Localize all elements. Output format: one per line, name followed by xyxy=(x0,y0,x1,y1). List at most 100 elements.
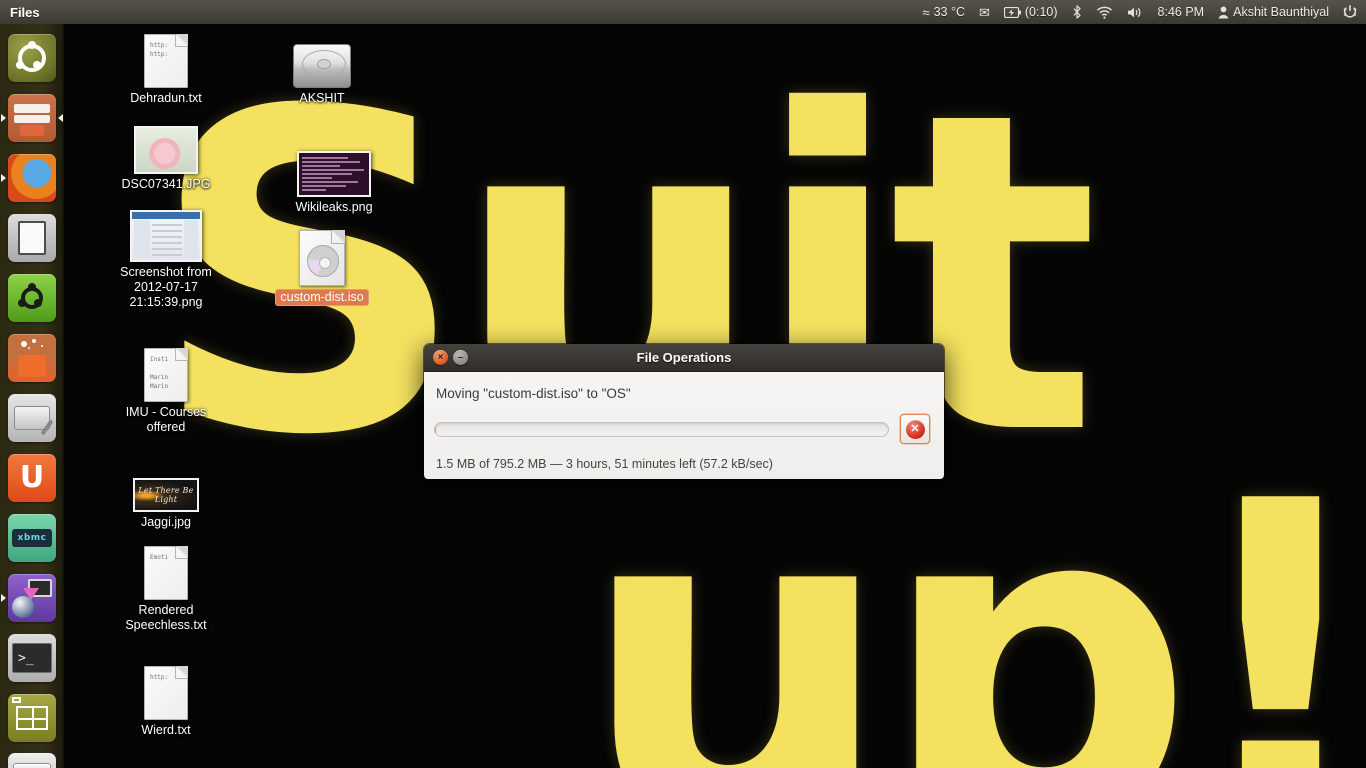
dialog-body: Moving "custom-dist.iso" to "OS" ✕ 1.5 M… xyxy=(424,372,944,479)
indicator-clock[interactable]: 8:46 PM xyxy=(1151,0,1212,24)
workspace-grid-icon xyxy=(8,694,56,742)
file-operations-dialog[interactable]: × – File Operations Moving "custom-dist.… xyxy=(424,344,944,479)
wallpaper-line-2: up! xyxy=(580,409,1366,768)
text-file-icon: http: xyxy=(144,658,188,720)
progress-bar xyxy=(434,421,889,437)
text-file-icon: Insti Marin Marin xyxy=(144,340,188,402)
temperature-label: 33 °C xyxy=(933,5,965,19)
disk-wrench-icon xyxy=(8,394,56,442)
image-file-icon xyxy=(297,135,371,197)
launcher-item-files[interactable] xyxy=(0,88,63,148)
desktop-icon-label: DSC07341.JPG xyxy=(121,177,211,191)
file-preview-text: http: xyxy=(150,674,169,681)
cd-image-file-icon xyxy=(299,224,345,286)
clock-label: 8:46 PM xyxy=(1157,5,1205,19)
desktop-icon-custom-dist-iso[interactable]: custom-dist.iso xyxy=(272,224,372,306)
close-glyph: × xyxy=(437,351,444,363)
indicator-sound[interactable] xyxy=(1120,0,1151,24)
launcher-item-device-drive[interactable] xyxy=(0,748,63,768)
user-name-label: Akshit Baunthiyal xyxy=(1233,5,1329,19)
wifi-icon xyxy=(1096,6,1112,19)
launcher-item-libreoffice[interactable] xyxy=(0,208,63,268)
indicator-bluetooth[interactable] xyxy=(1065,0,1089,24)
unity-launcher[interactable]: U xbmc >_ xyxy=(0,24,64,768)
desktop-icon-wierd-txt[interactable]: http: Wierd.txt xyxy=(116,658,216,738)
running-indicator-left-icon xyxy=(1,174,6,182)
progress-bar-fill xyxy=(435,422,436,436)
close-icon[interactable]: × xyxy=(433,350,448,365)
cancel-icon: ✕ xyxy=(905,419,925,439)
desktop-icon-label: Rendered Speechless.txt xyxy=(125,603,207,632)
bluetooth-icon xyxy=(1073,5,1081,19)
dialog-title: File Operations xyxy=(636,350,732,365)
launcher-item-xbmc[interactable]: xbmc xyxy=(0,508,63,568)
shopping-bag-icon xyxy=(8,334,56,382)
letter-u-icon: U xyxy=(8,454,56,502)
indicator-session-menu[interactable] xyxy=(1336,0,1366,24)
desktop-icon-imu-courses[interactable]: Insti Marin Marin IMU - Courses offered xyxy=(116,340,216,435)
firefox-icon xyxy=(8,154,56,202)
image-file-icon: Let There Be Light xyxy=(133,450,199,512)
file-manager-icon xyxy=(8,94,56,142)
desktop-icon-wikileaks-png[interactable]: Wikileaks.png xyxy=(284,135,384,215)
launcher-item-ubuntu-one[interactable]: U xyxy=(0,448,63,508)
image-preview-text: Let There Be Light xyxy=(138,486,194,504)
launcher-item-dash-home[interactable] xyxy=(0,28,63,88)
launcher-item-terminal[interactable]: >_ xyxy=(0,628,63,688)
dialog-titlebar[interactable]: × – File Operations xyxy=(424,344,944,372)
launcher-item-remote-desktop[interactable] xyxy=(0,568,63,628)
cancel-button[interactable]: ✕ xyxy=(900,414,930,444)
hard-drive-icon xyxy=(293,26,351,88)
weather-wave-icon: ≈ xyxy=(922,4,930,20)
xbmc-icon: xbmc xyxy=(8,514,56,562)
focused-indicator-right-icon xyxy=(58,114,63,122)
indicator-wifi[interactable] xyxy=(1089,0,1120,24)
running-indicator-left-icon xyxy=(1,114,6,122)
image-file-icon xyxy=(130,200,202,262)
launcher-item-software-center[interactable] xyxy=(0,328,63,388)
desktop-icon-jaggi-jpg[interactable]: Let There Be Light Jaggi.jpg xyxy=(116,450,216,530)
indicator-session-user[interactable]: Akshit Baunthiyal xyxy=(1211,0,1336,24)
text-file-icon: Emoti xyxy=(144,538,188,600)
desktop-icon-screenshot-png[interactable]: Screenshot from 2012-07-17 21:15:39.png xyxy=(116,200,216,310)
launcher-item-firefox[interactable] xyxy=(0,148,63,208)
launcher-item-workspace-switcher[interactable] xyxy=(0,688,63,748)
running-indicator-left-icon xyxy=(1,594,6,602)
file-preview-text: Emoti xyxy=(150,554,169,561)
app-menu-title[interactable]: Files xyxy=(10,5,40,20)
desktop-icon-label: custom-dist.iso xyxy=(275,289,369,306)
terminal-icon: >_ xyxy=(8,634,56,682)
remote-desktop-icon xyxy=(8,574,56,622)
desktop-icon-label: IMU - Courses offered xyxy=(125,405,207,434)
minimize-icon[interactable]: – xyxy=(453,350,468,365)
hard-drive-icon xyxy=(8,753,56,768)
green-ubuntu-icon xyxy=(8,274,56,322)
launcher-item-disk-utility[interactable] xyxy=(0,388,63,448)
desktop-icon-label: Wikileaks.png xyxy=(295,200,373,214)
indicator-area: ≈ 33 °C ✉ (0:10) 8:46 PM Akshit Baunthiy… xyxy=(915,0,1366,24)
indicator-battery[interactable]: (0:10) xyxy=(997,0,1065,24)
power-gear-icon xyxy=(1343,5,1357,18)
transfer-status-label: 1.5 MB of 795.2 MB — 3 hours, 51 minutes… xyxy=(436,457,773,471)
indicator-weather[interactable]: ≈ 33 °C xyxy=(915,0,972,24)
launcher-item-ubuntu-app[interactable] xyxy=(0,268,63,328)
minimize-glyph: – xyxy=(457,351,464,363)
top-panel[interactable]: Files ≈ 33 °C ✉ (0:10) 8:46 PM Akshit Ba… xyxy=(0,0,1366,24)
desktop-icon-akshit-drive[interactable]: AKSHIT xyxy=(272,26,372,106)
desktop-icon-dsc07341-jpg[interactable]: DSC07341.JPG xyxy=(116,112,216,192)
desktop-icon-label: Screenshot from 2012-07-17 21:15:39.png xyxy=(120,265,212,309)
desktop-icon-dehradun-txt[interactable]: http: http: Dehradun.txt xyxy=(116,26,216,106)
desktop-icon-label: AKSHIT xyxy=(299,91,345,105)
ubuntu-logo-icon xyxy=(8,34,56,82)
envelope-icon: ✉ xyxy=(978,4,990,20)
document-icon xyxy=(8,214,56,262)
operation-description: Moving "custom-dist.iso" to "OS" xyxy=(436,386,631,401)
desktop-icon-label: Dehradun.txt xyxy=(130,91,202,105)
desktop-icon-label: Wierd.txt xyxy=(141,723,191,737)
indicator-messaging[interactable]: ✉ xyxy=(972,0,997,24)
desktop-icon-rendered-speechless-txt[interactable]: Emoti Rendered Speechless.txt xyxy=(116,538,216,633)
battery-charging-icon xyxy=(1003,6,1021,18)
file-preview-text: http: http: xyxy=(150,42,169,58)
desktop-icon-label: Jaggi.jpg xyxy=(140,515,192,529)
battery-time-label: (0:10) xyxy=(1024,5,1058,19)
